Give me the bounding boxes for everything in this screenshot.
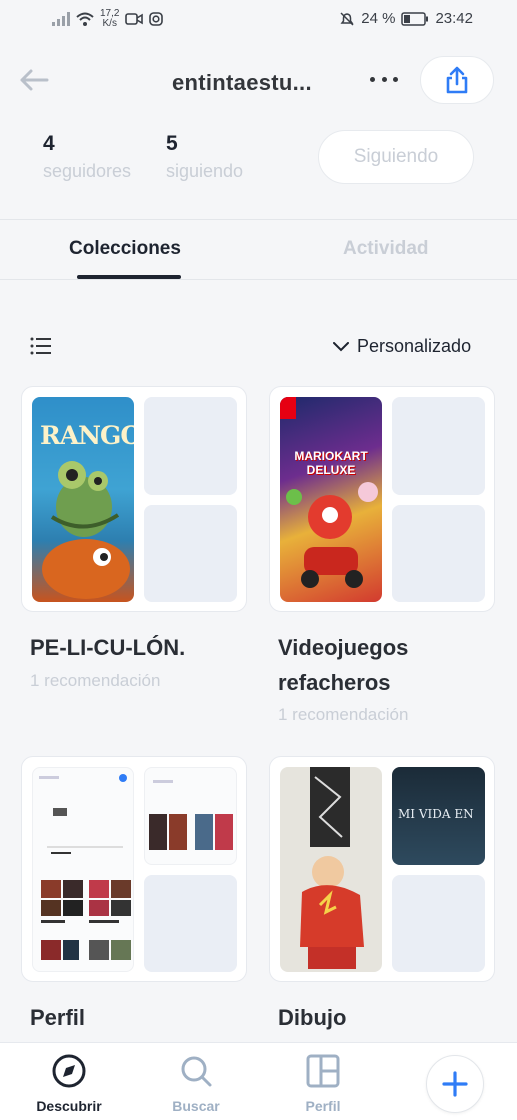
status-bar: 17,2 K/s 24 % 23:42 — [0, 0, 517, 40]
following-button[interactable]: Siguiendo — [318, 130, 474, 184]
profile-header: entintaestu... — [0, 40, 517, 120]
collection-card[interactable] — [21, 756, 247, 982]
wifi-icon — [76, 12, 94, 26]
thumbnail-text: MI VIDA EN — [398, 807, 474, 821]
screenshot-thumbnail — [149, 780, 233, 850]
followers-stat[interactable]: 4 seguidores — [43, 132, 131, 182]
search-icon — [181, 1056, 212, 1087]
battery-icon — [401, 11, 429, 26]
list-icon — [30, 337, 51, 355]
collection-cover-image: MARIOKART DELUXE — [280, 397, 382, 602]
instagram-icon — [149, 12, 164, 26]
sort-label: Personalizado — [357, 336, 472, 356]
mute-bell-icon — [340, 11, 354, 26]
collection-title[interactable]: PE-LI-CU-LÓN. — [30, 630, 185, 665]
collection-card[interactable]: MARIOKART DELUXE — [269, 386, 495, 612]
share-button[interactable] — [420, 56, 494, 104]
collection-count: 1 recomendación — [278, 705, 409, 724]
followers-count: 4 — [43, 132, 55, 155]
add-button[interactable] — [426, 1055, 484, 1113]
tab-collections[interactable]: Colecciones — [69, 238, 181, 260]
page-title: entintaestu... — [172, 70, 312, 95]
chevron-down-icon — [333, 341, 349, 351]
followers-label: seguidores — [43, 161, 132, 181]
nav-search[interactable]: Buscar — [151, 1053, 241, 1114]
dot — [393, 76, 398, 82]
arrow-left-icon — [20, 69, 49, 91]
collection-title[interactable]: Perfil — [30, 1000, 85, 1035]
video-icon — [125, 13, 144, 25]
list-view-button[interactable] — [30, 337, 52, 355]
sort-dropdown[interactable]: Personalizado — [333, 336, 471, 357]
following-count: 5 — [166, 132, 178, 155]
battery-percent: 24 % — [361, 10, 396, 27]
profile-stats: 4 seguidores 5 siguiendo Siguiendo — [0, 120, 517, 220]
following-label: siguiendo — [166, 161, 244, 181]
tab-activity[interactable]: Actividad — [343, 238, 429, 260]
collection-cover-image — [32, 767, 134, 972]
tab-bar: Colecciones Actividad — [0, 220, 517, 280]
screenshot-thumbnail — [39, 774, 131, 960]
collection-cover-image: RANGO — [32, 397, 134, 602]
back-button[interactable] — [16, 62, 52, 98]
status-left: 17,2 K/s — [52, 9, 164, 29]
nav-discover[interactable]: Descubrir — [24, 1053, 114, 1114]
nav-search-label: Buscar — [172, 1098, 220, 1114]
nav-profile-label: Perfil — [305, 1098, 341, 1114]
collection-thumbnail: MI VIDA EN — [392, 767, 485, 865]
collection-placeholder — [392, 505, 485, 602]
collection-thumbnail — [144, 767, 237, 865]
active-tab-indicator — [77, 275, 181, 279]
following-stat[interactable]: 5 siguiendo — [166, 132, 243, 182]
compass-icon — [52, 1054, 86, 1088]
bottom-navigation: Descubrir Buscar Perfil — [0, 1042, 517, 1120]
collection-title[interactable]: Videojuegos refacheros — [278, 630, 408, 700]
collection-placeholder — [392, 875, 485, 972]
collection-card[interactable]: RANGO — [21, 386, 247, 612]
plus-icon — [442, 1071, 468, 1097]
dot — [381, 76, 387, 82]
clock: 23:42 — [435, 10, 473, 27]
collections-grid-icon — [306, 1054, 340, 1088]
collection-title-line: Videojuegos — [278, 635, 409, 660]
collection-title[interactable]: Dibujo — [278, 1000, 346, 1035]
nav-profile[interactable]: Perfil — [278, 1053, 368, 1114]
collection-placeholder — [144, 505, 237, 602]
share-icon — [446, 66, 468, 94]
mario-kart-illustration — [286, 482, 378, 588]
collection-count: 1 recomendación — [30, 671, 161, 690]
speed-unit: K/s — [102, 18, 117, 29]
collection-placeholder — [144, 875, 237, 972]
collection-placeholder — [144, 397, 237, 495]
more-options-button[interactable] — [370, 68, 398, 90]
drawing-illustration — [300, 767, 364, 969]
network-speed: 17,2 K/s — [100, 9, 119, 29]
nav-discover-label: Descubrir — [36, 1098, 102, 1114]
dot — [370, 76, 375, 82]
collection-title-line: refacheros — [278, 670, 391, 695]
collection-card[interactable]: MI VIDA EN — [269, 756, 495, 982]
collection-placeholder — [392, 397, 485, 495]
signal-icon — [52, 12, 70, 26]
status-right: 24 % 23:42 — [339, 10, 473, 27]
chameleon-illustration — [42, 461, 130, 599]
collection-cover-image — [280, 767, 382, 972]
